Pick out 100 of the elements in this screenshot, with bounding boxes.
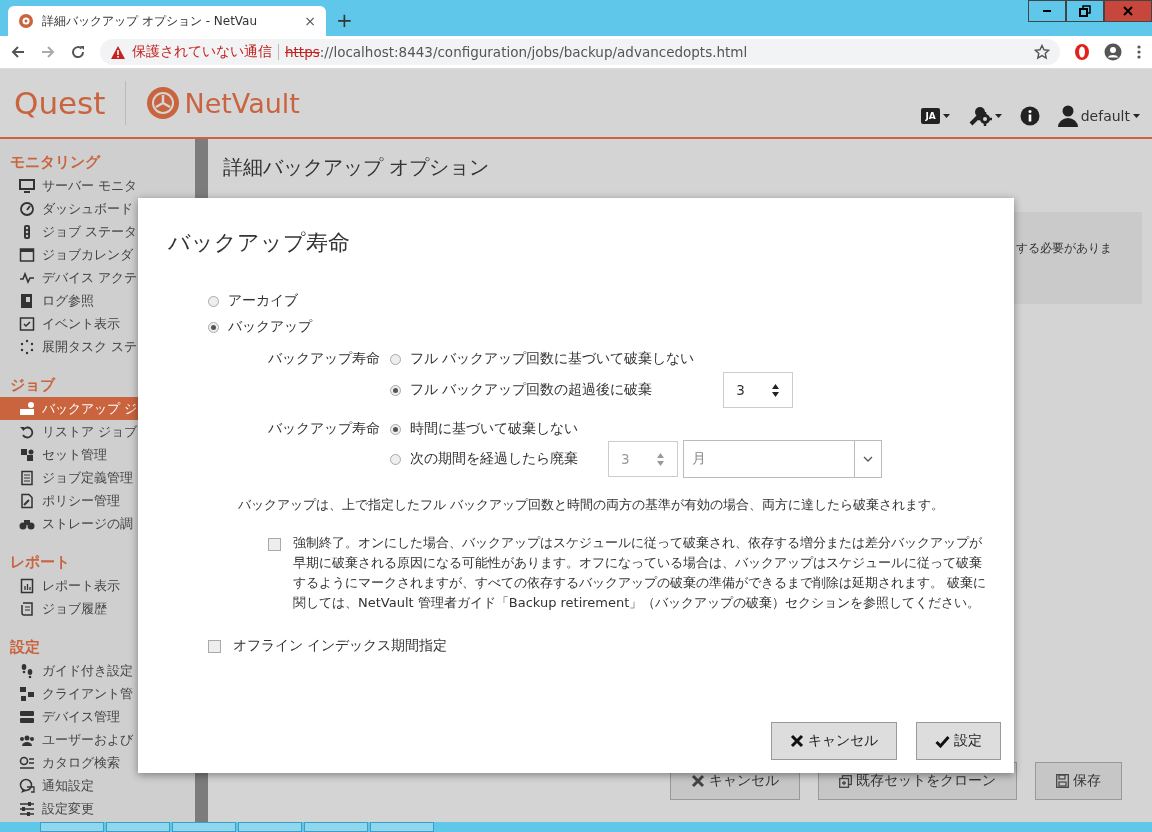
sidebar-item[interactable]: リストア ジョブ bbox=[0, 420, 195, 443]
chart-document-icon bbox=[19, 577, 35, 594]
sidebar-item[interactable]: 通知設定 bbox=[0, 774, 195, 797]
favicon-icon bbox=[18, 13, 34, 29]
calendar-icon bbox=[19, 246, 35, 263]
section-heading: 設定 bbox=[9, 638, 41, 657]
sidebar-item[interactable]: ユーザーおよび bbox=[0, 728, 195, 751]
sidebar-item[interactable]: ジョブ履歴 bbox=[0, 597, 195, 620]
close-icon bbox=[691, 774, 705, 788]
checkbox-label[interactable]: 強制終了。オンにした場合、バックアップはスケジュールに従って破棄され、依存する増分または差分バックアップが早期に破棄される原因になる可能性があります。オフになっている場合は、バックアップはスケジュールに従って破棄するようにマークされますが、すべての依存するバックアップの破棄の準備ができるまで削除は延期されます。 破棄に関しては、NetVault 管理者ガイド「Backup retirement」（バックアップの破棄）セクションを参照してください。 bbox=[293, 533, 993, 613]
radio-label[interactable]: 時間に基づいて破棄しない bbox=[410, 420, 578, 438]
tab-title: 詳細バックアップ オプション - NetVau bbox=[42, 12, 259, 30]
sidebar-item[interactable]: レポート表示 bbox=[0, 574, 195, 597]
check-icon bbox=[935, 734, 950, 748]
wrench-gear-icon bbox=[967, 105, 992, 127]
radio-button[interactable] bbox=[390, 453, 401, 465]
restore-button[interactable] bbox=[1066, 0, 1104, 22]
star-icon[interactable] bbox=[1034, 44, 1050, 60]
extension-icon[interactable] bbox=[1074, 43, 1090, 61]
floppy-icon bbox=[1056, 774, 1069, 788]
note-text: バックアップは、上で指定したフル バックアップ回数と時間の両方の基準が有効の場合、両方に達したら破棄されます。 bbox=[238, 496, 946, 514]
minimize-icon bbox=[1043, 10, 1051, 12]
radio-label[interactable]: フル バックアップ回数に基づいて破棄しない bbox=[410, 350, 695, 368]
radio-button[interactable] bbox=[390, 384, 401, 396]
sidebar-item[interactable]: セット管理 bbox=[0, 443, 195, 466]
sidebar-item[interactable]: ポリシー管理 bbox=[0, 489, 195, 512]
user-icon bbox=[1057, 105, 1078, 127]
notice-text: する必要がありま bbox=[1016, 240, 1112, 257]
checkbox-label[interactable]: オフライン インデックス期間指定 bbox=[233, 637, 448, 655]
radio-label[interactable]: バックアップ bbox=[228, 318, 312, 336]
warning-icon bbox=[110, 44, 126, 60]
gauge-icon bbox=[19, 200, 35, 217]
spinner-arrows-icon bbox=[771, 383, 781, 397]
section-heading: レポート bbox=[9, 553, 71, 572]
sidebar-item[interactable]: ガイド付き設定 bbox=[0, 659, 195, 682]
reload-icon[interactable] bbox=[70, 44, 86, 60]
pen-document-icon bbox=[19, 492, 35, 509]
dotted-circle-icon bbox=[19, 338, 35, 355]
footprints-icon bbox=[19, 662, 35, 679]
back-icon[interactable] bbox=[10, 44, 26, 60]
radio-button[interactable] bbox=[208, 295, 219, 307]
caret-icon bbox=[994, 114, 1002, 118]
browser-tab[interactable]: 詳細バックアップ オプション - NetVau × bbox=[8, 6, 326, 36]
radio-label[interactable]: フル バックアップ回数の超過後に破棄 bbox=[410, 381, 653, 399]
sidebar-item[interactable]: 設定変更 bbox=[0, 797, 195, 820]
save-button[interactable]: 保存 bbox=[1035, 762, 1122, 800]
close-icon bbox=[1123, 6, 1133, 16]
sidebar-item[interactable]: ログ参照 bbox=[0, 289, 195, 312]
radio-button[interactable] bbox=[390, 423, 401, 435]
language-button[interactable]: JA bbox=[921, 108, 950, 124]
sidebar-item[interactable]: デバイス アクテ bbox=[0, 266, 195, 289]
menu-icon[interactable] bbox=[1136, 44, 1142, 60]
checkbox[interactable] bbox=[208, 639, 221, 653]
url-text: https://localhost:8443/configuration/jobs/backup/advancedopts.html bbox=[285, 44, 748, 60]
number-spinner[interactable]: 3 bbox=[723, 372, 794, 408]
radio-button[interactable] bbox=[208, 321, 219, 333]
copy-icon bbox=[839, 774, 852, 788]
ok-button[interactable]: 設定 bbox=[916, 722, 1001, 760]
sidebar-item[interactable]: 展開タスク ステ bbox=[0, 335, 195, 358]
sidebar-item[interactable]: ストレージの調 bbox=[0, 512, 195, 535]
sidebar-item[interactable]: ダッシュボード bbox=[0, 197, 195, 220]
minimize-button[interactable] bbox=[1028, 0, 1066, 22]
search-list-icon bbox=[19, 754, 35, 771]
sidebar-item[interactable]: イベント表示 bbox=[0, 312, 195, 335]
section-heading: ジョブ bbox=[9, 376, 57, 395]
book-icon bbox=[19, 292, 35, 309]
close-icon bbox=[790, 734, 804, 748]
sidebar-item[interactable]: カタログ検索 bbox=[0, 751, 195, 774]
sidebar-item[interactable]: ジョブ定義管理 bbox=[0, 466, 195, 489]
cancel-button[interactable]: キャンセル bbox=[771, 722, 897, 760]
user-menu[interactable]: default bbox=[1057, 105, 1140, 127]
checkbox[interactable] bbox=[268, 538, 281, 551]
product-name: NetVault bbox=[184, 87, 300, 119]
vault-icon bbox=[146, 86, 181, 120]
drive-icon bbox=[19, 400, 35, 417]
chevron-icon bbox=[863, 456, 873, 462]
sidebar-item[interactable]: デバイス管理 bbox=[0, 705, 195, 728]
tools-button[interactable] bbox=[967, 105, 1002, 127]
field-label: バックアップ寿命 bbox=[268, 350, 381, 368]
calendar-check-icon bbox=[19, 315, 35, 332]
new-tab-button[interactable]: + bbox=[336, 8, 353, 32]
sidebar-item[interactable]: クライアント管 bbox=[0, 682, 195, 705]
caret-icon bbox=[1133, 114, 1140, 118]
scroll-icon bbox=[19, 600, 35, 617]
info-icon[interactable] bbox=[1019, 106, 1040, 126]
profile-icon[interactable] bbox=[1104, 43, 1122, 61]
close-window-button[interactable] bbox=[1104, 0, 1152, 22]
spinner-arrows-icon bbox=[656, 452, 665, 466]
document-icon bbox=[19, 469, 35, 486]
address-field[interactable]: 保護されていない通信 https://localhost:8443/configuration/jobs/backup/advancedopts.html bbox=[100, 39, 1060, 65]
monitor-icon bbox=[19, 177, 35, 194]
restore-icon bbox=[1079, 5, 1091, 17]
dialog-title: バックアップ寿命 bbox=[168, 229, 351, 257]
speech-bubble-icon: JA bbox=[921, 108, 940, 124]
puzzle-icon bbox=[19, 446, 35, 463]
radio-button[interactable] bbox=[390, 353, 401, 365]
close-icon[interactable]: × bbox=[304, 13, 316, 29]
radio-label[interactable]: アーカイブ bbox=[228, 292, 298, 310]
radio-label[interactable]: 次の期間を経過したら廃棄 bbox=[410, 450, 578, 468]
sidebar-item[interactable]: サーバー モニタ bbox=[0, 174, 195, 197]
